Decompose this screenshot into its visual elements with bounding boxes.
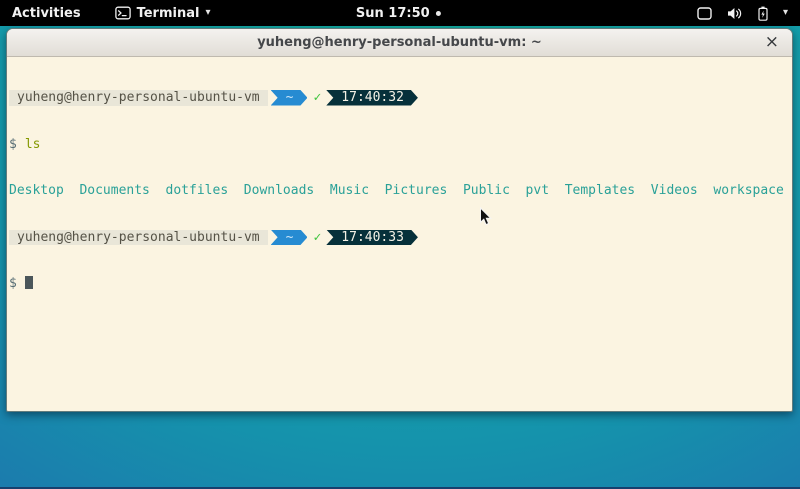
- prompt-symbol: $: [9, 137, 17, 152]
- close-button[interactable]: ×: [765, 33, 779, 50]
- app-menu-label: Terminal: [137, 6, 200, 21]
- prompt-cwd-segment: ~: [271, 230, 308, 246]
- text-cursor: [25, 276, 33, 289]
- battery-charging-icon: [758, 6, 768, 21]
- prompt-status-check-icon: ✓: [313, 90, 321, 105]
- chevron-down-icon: ▾: [783, 8, 788, 18]
- activities-button[interactable]: Activities: [12, 6, 81, 21]
- prompt-time-segment: 17:40:33: [326, 230, 418, 246]
- ls-output-line: Desktop Documents dotfiles Downloads Mus…: [9, 183, 790, 199]
- input-line[interactable]: $: [9, 276, 790, 292]
- prompt-userhost-segment: yuheng@henry-personal-ubuntu-vm: [9, 90, 268, 106]
- prompt-symbol: $: [9, 276, 17, 291]
- app-menu-button[interactable]: Terminal ▾: [115, 6, 211, 21]
- chevron-down-icon: ▾: [205, 8, 210, 18]
- prompt-cwd-segment: ~: [271, 90, 308, 106]
- screen-icon: [697, 7, 712, 20]
- clock-button[interactable]: Sun 17:50: [356, 0, 441, 26]
- prompt-time-segment: 17:40:32: [326, 90, 418, 106]
- titlebar[interactable]: yuheng@henry-personal-ubuntu-vm: ~ ×: [7, 29, 792, 57]
- typed-command: ls: [25, 137, 41, 152]
- prompt-status-check-icon: ✓: [313, 230, 321, 245]
- mouse-cursor: [479, 207, 492, 227]
- prompt-line: yuheng@henry-personal-ubuntu-vm~ ✓ 17:40:3…: [9, 230, 790, 246]
- prompt-line: yuheng@henry-personal-ubuntu-vm~ ✓ 17:40:3…: [9, 90, 790, 106]
- prompt-userhost-segment: yuheng@henry-personal-ubuntu-vm: [9, 230, 268, 246]
- desktop: Activities Terminal ▾ Sun 17:50: [0, 0, 800, 489]
- terminal-window: yuheng@henry-personal-ubuntu-vm: ~ × yuh…: [6, 28, 793, 412]
- window-title: yuheng@henry-personal-ubuntu-vm: ~: [257, 35, 542, 50]
- volume-icon: [727, 7, 743, 20]
- notification-dot: [436, 11, 441, 16]
- command-line: $ ls: [9, 137, 790, 153]
- top-bar: Activities Terminal ▾ Sun 17:50: [0, 0, 800, 26]
- system-status-area[interactable]: ▾: [697, 0, 788, 26]
- clock-label: Sun 17:50: [356, 6, 430, 21]
- terminal-app-icon: [115, 6, 131, 20]
- terminal-content[interactable]: yuheng@henry-personal-ubuntu-vm~✓17:40:3…: [7, 57, 792, 325]
